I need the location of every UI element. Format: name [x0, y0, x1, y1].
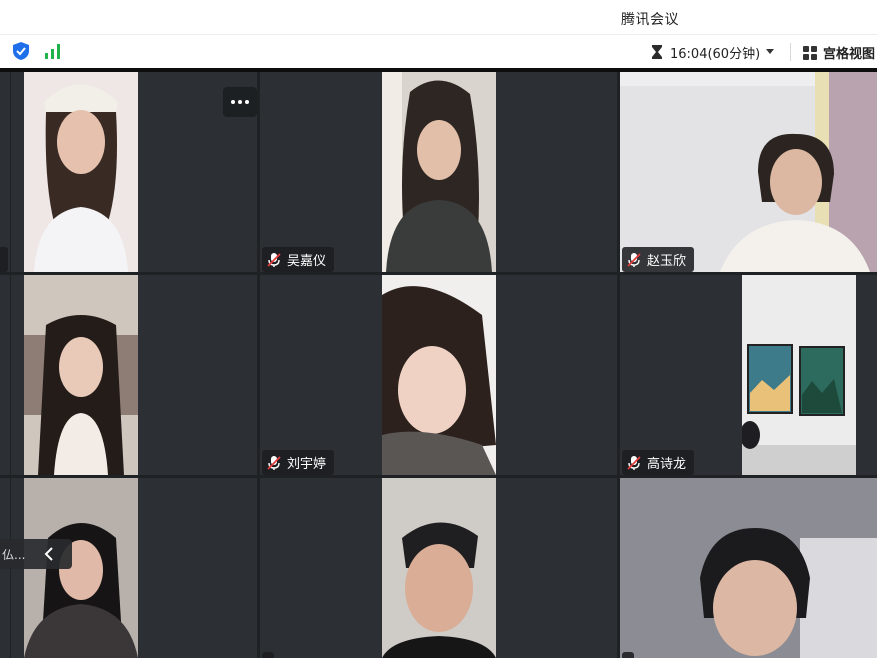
name-tag	[0, 247, 8, 272]
participant-name: 赵玉欣	[647, 254, 687, 269]
more-icon	[231, 100, 249, 104]
person-silhouette	[620, 72, 877, 272]
participant-video	[742, 275, 856, 475]
participant-name: 高诗龙	[647, 457, 687, 472]
person-silhouette	[382, 275, 496, 475]
person-silhouette	[620, 478, 877, 658]
hourglass-icon	[652, 45, 662, 59]
participant-video	[620, 478, 877, 658]
name-tag: 赵玉欣	[622, 247, 695, 272]
participant-video	[24, 275, 138, 475]
meeting-timer: 16:04(60分钟)	[670, 47, 761, 62]
video-tile[interactable]: 高诗龙	[620, 275, 877, 475]
mic-muted-icon	[627, 455, 641, 470]
video-tile-partial	[0, 275, 10, 475]
grid-view-icon[interactable]	[802, 45, 818, 61]
chip-text: 仏...	[2, 548, 26, 562]
participant-video	[382, 72, 496, 272]
toolbar-divider	[790, 43, 791, 61]
shield-check-icon[interactable]	[11, 41, 31, 61]
title-bar: 腾讯会议	[0, 0, 877, 34]
video-tile[interactable]: 吴嘉仪	[260, 72, 617, 272]
participant-video	[382, 275, 496, 475]
name-tag: 吴嘉仪	[262, 247, 335, 272]
person-silhouette	[742, 275, 856, 475]
video-tile[interactable]: 刘宇婷	[260, 275, 617, 475]
signal-bars-icon[interactable]	[44, 43, 62, 59]
app-title: 腾讯会议	[621, 12, 679, 28]
name-tag: 刘宇婷	[262, 450, 335, 475]
meeting-toolbar: 16:04(60分钟) 宫格视图	[0, 34, 877, 69]
participant-video	[620, 72, 877, 272]
mic-muted-icon	[627, 252, 641, 267]
video-tile[interactable]	[11, 72, 257, 272]
video-tile[interactable]	[11, 275, 257, 475]
participant-video	[382, 478, 496, 658]
chevron-left-icon[interactable]	[44, 546, 54, 562]
mic-muted-icon	[267, 252, 281, 267]
name-tag	[622, 652, 634, 658]
more-options-button[interactable]	[223, 87, 257, 117]
person-silhouette	[382, 478, 496, 658]
video-tile[interactable]	[620, 478, 877, 658]
participant-name: 刘宇婷	[287, 457, 327, 472]
person-silhouette	[24, 72, 138, 272]
mic-muted-icon	[267, 455, 281, 470]
name-tag	[262, 652, 274, 658]
video-tile[interactable]: 赵玉欣	[620, 72, 877, 272]
view-mode-button[interactable]: 宫格视图	[823, 43, 875, 62]
chevron-down-icon[interactable]	[764, 45, 776, 57]
video-tile[interactable]	[260, 478, 617, 658]
name-tag: 高诗龙	[622, 450, 695, 475]
participant-name: 吴嘉仪	[287, 254, 327, 269]
collapsed-panel-chip[interactable]: 仏...	[0, 539, 72, 569]
person-silhouette	[24, 275, 138, 475]
video-tile-partial	[0, 72, 10, 272]
participant-video	[24, 72, 138, 272]
person-silhouette	[382, 72, 496, 272]
